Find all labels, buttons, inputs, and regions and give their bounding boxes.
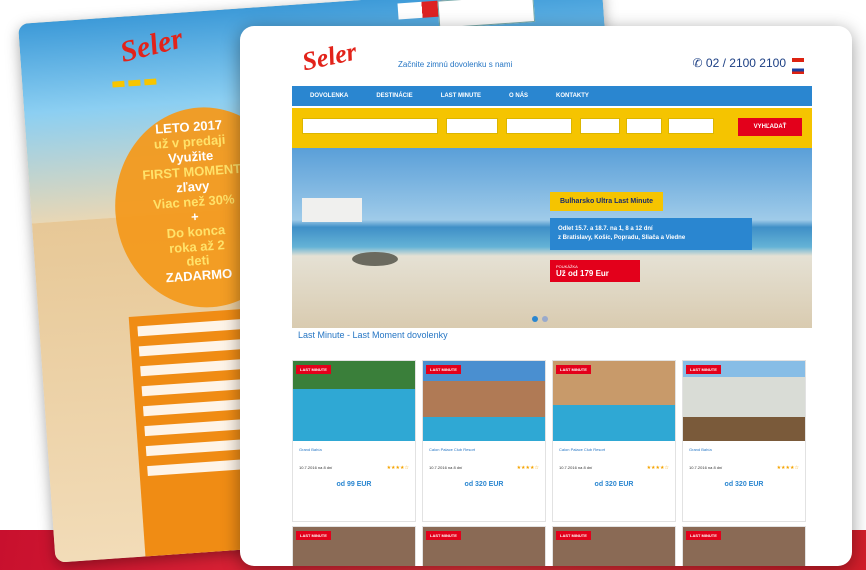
nav-last-minute[interactable]: LAST MINUTE (441, 93, 481, 99)
site-logo[interactable]: Seler (299, 37, 359, 78)
hero-price: POUKÁŽKA Už od 179 Eur (550, 260, 640, 282)
star-rating-icon: ★★★★☆ (516, 465, 539, 471)
hotel-building-photo (302, 198, 362, 222)
offer-cards: LAST MINUTE Grand Bahía 10.7.2016 na 8 d… (292, 360, 812, 522)
offer-date: 10.7.2016 na 8 dní (689, 465, 723, 470)
offer-card[interactable]: LAST MINUTE (552, 526, 676, 566)
offer-meta: 10.7.2016 na 8 dní ★★★★☆ (293, 463, 415, 473)
old-nav-item[interactable] (144, 78, 157, 86)
hero-price-value: Už od 179 Eur (556, 269, 609, 278)
offer-card[interactable]: LAST MINUTE (682, 526, 806, 566)
rock-photo (352, 252, 398, 266)
star-rating-icon: ★★★★☆ (776, 465, 799, 471)
flag-sk-icon[interactable] (792, 54, 804, 62)
offer-price: od 320 EUR (464, 481, 504, 488)
new-site-screenshot: Seler Začnite zimnú dovolenku s nami ✆ 0… (240, 26, 852, 566)
offer-date: 10.7.2016 na 8 dní (429, 465, 463, 470)
last-minute-tag: LAST MINUTE (686, 365, 721, 374)
nav-o-nas[interactable]: O NÁS (509, 93, 528, 99)
offer-photo: LAST MINUTE (423, 361, 545, 441)
offer-meta: 10.7.2016 na 8 dní ★★★★☆ (683, 463, 805, 473)
meals-select[interactable] (626, 118, 662, 134)
old-nav-item[interactable] (128, 79, 141, 87)
offer-date: 10.7.2016 na 8 dní (559, 465, 593, 470)
departure-select[interactable] (580, 118, 620, 134)
last-minute-tag: LAST MINUTE (296, 365, 331, 374)
last-minute-tag: LAST MINUTE (556, 365, 591, 374)
offer-name[interactable]: Calon Palace Club Resort (553, 441, 675, 463)
offer-name[interactable]: Grand Bahía (293, 441, 415, 463)
offer-price: od 320 EUR (724, 481, 764, 488)
carousel-dot[interactable] (542, 316, 548, 322)
carousel-dots (532, 316, 548, 322)
offer-price: od 320 EUR (594, 481, 634, 488)
nav-dovolenka[interactable]: DOVOLENKA (310, 93, 348, 99)
last-minute-tag: LAST MINUTE (686, 531, 721, 540)
nav-kontakty[interactable]: KONTAKTY (556, 93, 589, 99)
star-rating-icon: ★★★★☆ (386, 465, 409, 471)
offer-meta: 10.7.2016 na 8 dní ★★★★☆ (553, 463, 675, 473)
old-nav-item[interactable] (112, 80, 125, 88)
stars-select[interactable] (668, 118, 714, 134)
offer-name[interactable]: Calon Palace Club Resort (423, 441, 545, 463)
phone-number: ✆ 02 / 2100 2100 (693, 56, 786, 70)
last-minute-tag: LAST MINUTE (426, 531, 461, 540)
offer-photo: LAST MINUTE (683, 361, 805, 441)
search-bar: VYHĽADAŤ (292, 108, 812, 148)
last-minute-tag: LAST MINUTE (296, 531, 331, 540)
phone-text: 02 / 2100 2100 (705, 56, 786, 70)
offer-photo: LAST MINUTE (683, 527, 805, 566)
section-title: Last Minute - Last Moment dovolenky (298, 330, 448, 340)
last-minute-tag: LAST MINUTE (556, 531, 591, 540)
date-input[interactable] (446, 118, 498, 134)
hero-banner[interactable]: Bulharsko Ultra Last Minute Odlet 15.7. … (292, 148, 812, 328)
offer-card[interactable]: LAST MINUTE (292, 526, 416, 566)
offer-photo: LAST MINUTE (553, 527, 675, 566)
hero-title: Bulharsko Ultra Last Minute (550, 192, 663, 211)
new-site-page: Seler Začnite zimnú dovolenku s nami ✆ 0… (292, 26, 812, 566)
search-button[interactable]: VYHĽADAŤ (738, 118, 802, 136)
site-slogan: Začnite zimnú dovolenku s nami (398, 60, 513, 69)
hero-line1: Odlet 15.7. a 18.7. na 1, 8 a 12 dní (558, 226, 653, 232)
nav-destinacie[interactable]: DESTINÁCIE (376, 93, 412, 99)
star-rating-icon: ★★★★☆ (646, 465, 669, 471)
last-minute-tag: LAST MINUTE (426, 365, 461, 374)
offer-price: od 99 EUR (336, 481, 372, 488)
offer-name[interactable]: Grand Bahía (683, 441, 805, 463)
destination-input[interactable] (302, 118, 438, 134)
offer-photo: LAST MINUTE (293, 527, 415, 566)
main-nav: DOVOLENKA DESTINÁCIE LAST MINUTE O NÁS K… (292, 86, 812, 106)
offer-cards-row2: LAST MINUTE LAST MINUTE LAST MINUTE LAST… (292, 526, 812, 566)
hero-details: Odlet 15.7. a 18.7. na 1, 8 a 12 dní z B… (550, 218, 752, 250)
offer-meta: 10.7.2016 na 8 dní ★★★★☆ (423, 463, 545, 473)
offer-card[interactable]: LAST MINUTE Calon Palace Club Resort 10.… (422, 360, 546, 522)
offer-photo: LAST MINUTE (293, 361, 415, 441)
duration-select[interactable] (506, 118, 572, 134)
offer-card[interactable]: LAST MINUTE Calon Palace Club Resort 10.… (552, 360, 676, 522)
phone-icon: ✆ (692, 56, 706, 70)
offer-date: 10.7.2016 na 8 dní (299, 465, 333, 470)
offer-card[interactable]: LAST MINUTE (422, 526, 546, 566)
offer-photo: LAST MINUTE (553, 361, 675, 441)
offer-card[interactable]: LAST MINUTE Grand Bahía 10.7.2016 na 8 d… (682, 360, 806, 522)
offer-photo: LAST MINUTE (423, 527, 545, 566)
hero-line2: z Bratislavy, Košíc, Popradu, Sliača a V… (558, 235, 686, 241)
carousel-dot[interactable] (532, 316, 538, 322)
flag-cz-icon[interactable] (792, 66, 804, 74)
offer-card[interactable]: LAST MINUTE Grand Bahía 10.7.2016 na 8 d… (292, 360, 416, 522)
